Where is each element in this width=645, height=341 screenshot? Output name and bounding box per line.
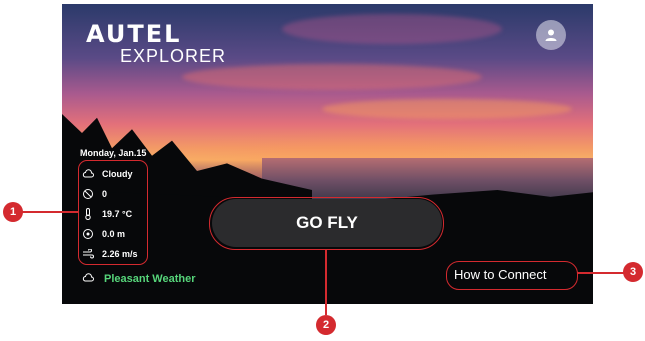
callout-badge-1: 1 xyxy=(3,202,23,222)
sky-cloud xyxy=(322,99,572,119)
callout-badge-3: 3 xyxy=(623,262,643,282)
weather-date: Monday, Jan.15 xyxy=(80,148,147,158)
user-avatar-button[interactable] xyxy=(536,20,566,50)
callout-badge-2: 2 xyxy=(316,315,336,335)
weather-summary-text: Pleasant Weather xyxy=(104,273,196,285)
callout-box-weather xyxy=(78,160,148,265)
sky-cloud xyxy=(282,14,502,44)
callout-line-2 xyxy=(325,249,327,315)
brand-subtitle: EXPLORER xyxy=(120,46,227,66)
callout-line-3 xyxy=(577,272,624,274)
callout-box-connect xyxy=(446,261,578,290)
brand-logo: AUTEL xyxy=(86,20,182,48)
sky-cloud xyxy=(182,64,482,90)
cloud-icon xyxy=(82,270,94,288)
user-icon xyxy=(545,29,557,41)
callout-box-go-fly xyxy=(209,197,444,250)
weather-summary: Pleasant Weather xyxy=(82,270,196,288)
callout-line-1 xyxy=(22,211,79,213)
